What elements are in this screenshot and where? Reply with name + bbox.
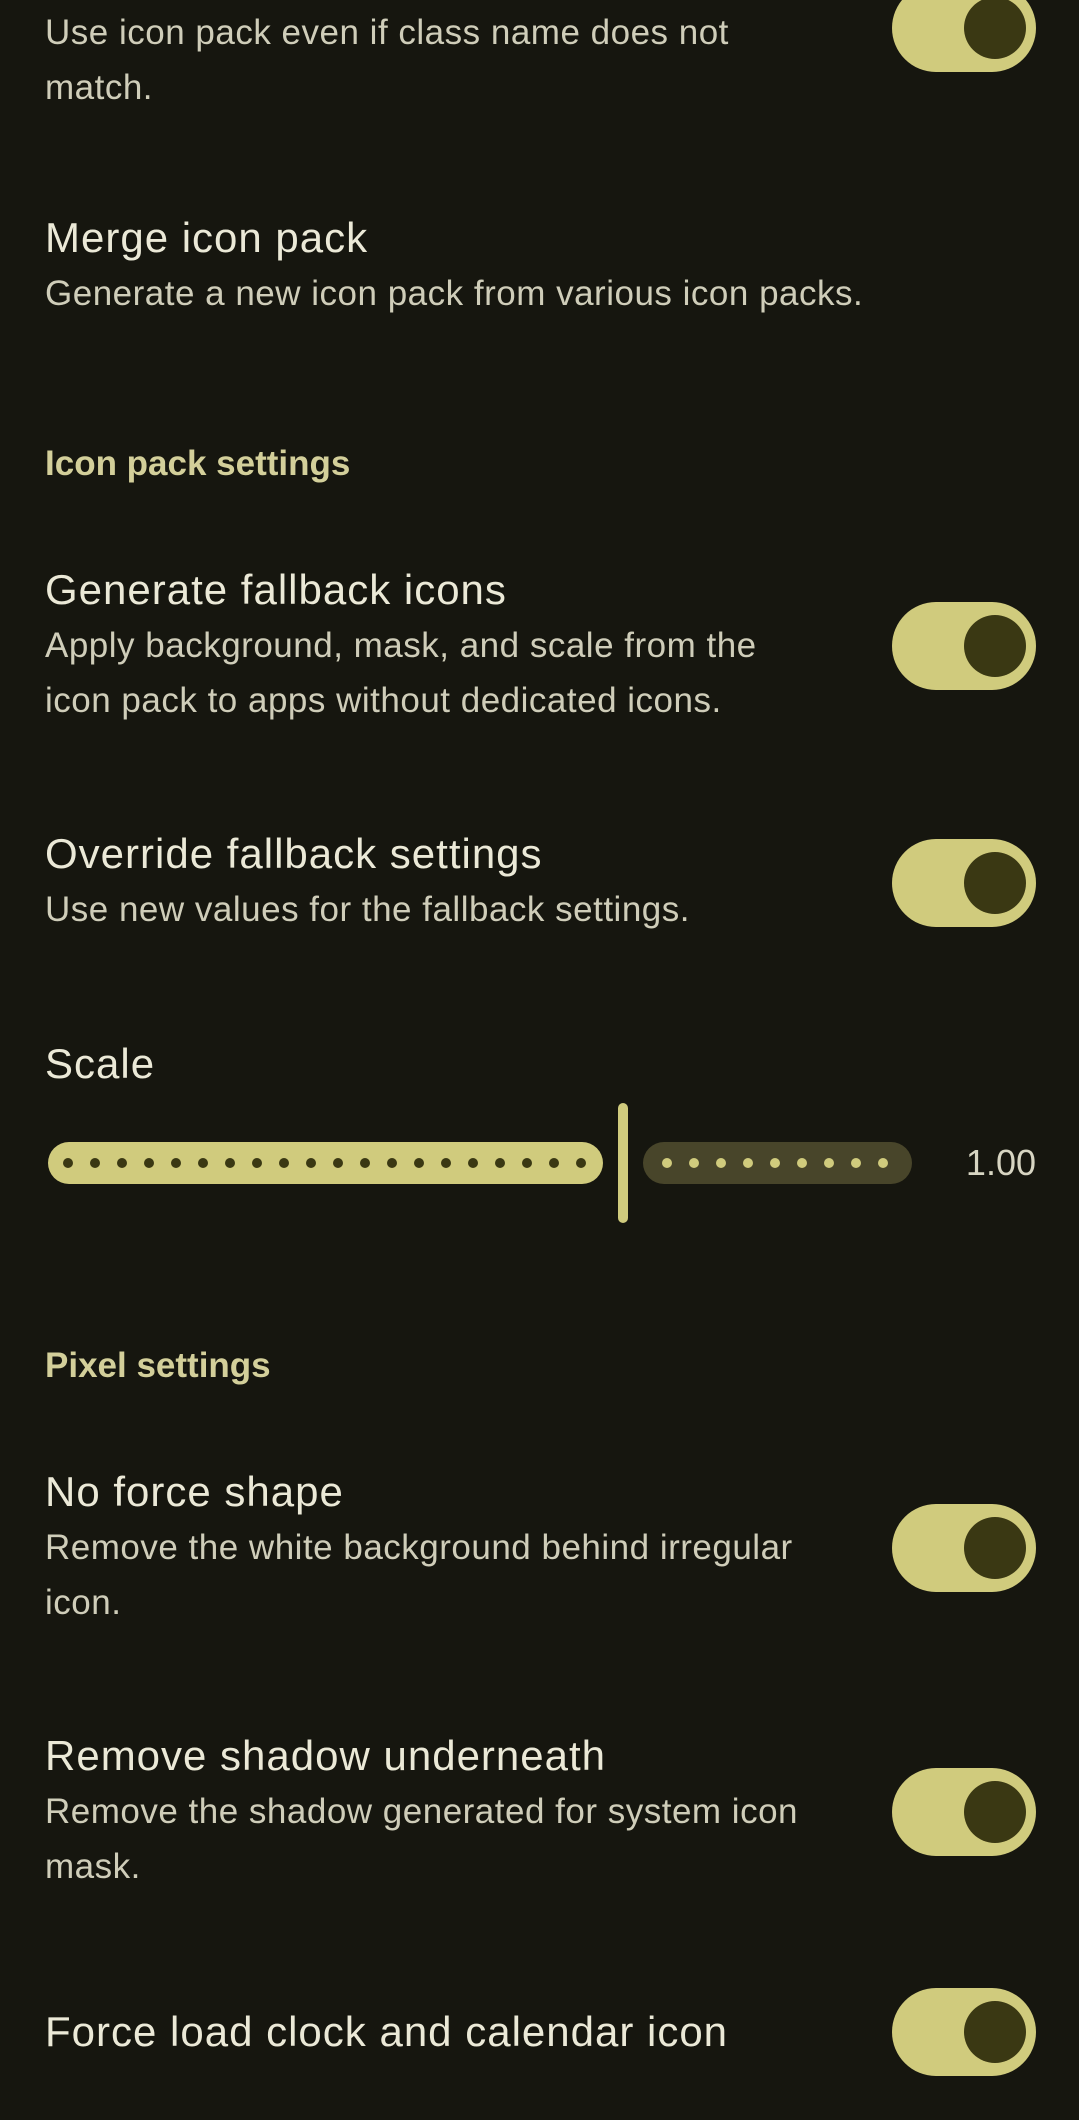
slider-tick-dot <box>878 1158 888 1168</box>
slider-tick-dot <box>198 1158 208 1168</box>
scale-value: 1.00 <box>965 1142 1036 1183</box>
slider-tick-dot <box>824 1158 834 1168</box>
slider-tick-dot <box>117 1158 127 1168</box>
slider-tick-dot <box>549 1158 559 1168</box>
remove-shadow-switch[interactable] <box>892 1768 1036 1856</box>
pref-no-force-shape[interactable]: No force shape Remove the white backgrou… <box>45 1464 825 1630</box>
slider-tick-dot <box>689 1158 699 1168</box>
slider-tick-dot <box>225 1158 235 1168</box>
switch-thumb <box>964 852 1026 914</box>
pref-summary: Generate a new icon pack from various ic… <box>45 274 864 313</box>
slider-tick-dot <box>144 1158 154 1168</box>
scale-slider-track <box>48 1103 912 1223</box>
slider-tick-dot <box>851 1158 861 1168</box>
slider-tick-dot <box>90 1158 100 1168</box>
slider-tick-dot <box>333 1158 343 1168</box>
pref-override-fallback-settings[interactable]: Override fallback settings Use new value… <box>45 826 825 937</box>
force-clock-calendar-switch[interactable] <box>892 1988 1036 2076</box>
slider-tick-dot <box>522 1158 532 1168</box>
slider-tick-dot <box>360 1158 370 1168</box>
pref-force-load-clock-calendar[interactable]: Force load clock and calendar icon <box>45 2004 825 2060</box>
slider-tick-dot <box>662 1158 672 1168</box>
slider-tick-dot <box>495 1158 505 1168</box>
pref-icon-pack-strict[interactable]: Use icon pack even if class name does no… <box>45 5 825 115</box>
slider-tick-dot <box>63 1158 73 1168</box>
switch-thumb <box>964 1517 1026 1579</box>
pref-title: Generate fallback icons <box>45 566 507 613</box>
generate-fallback-switch[interactable] <box>892 602 1036 690</box>
slider-tick-dot <box>414 1158 424 1168</box>
pref-scale: Scale <box>45 1036 825 1092</box>
slider-active-track <box>48 1142 603 1184</box>
slider-tick-dot <box>743 1158 753 1168</box>
slider-tick-dot <box>797 1158 807 1168</box>
pref-summary: Use new values for the fallback settings… <box>45 890 690 929</box>
pref-title: Force load clock and calendar icon <box>45 2008 729 2055</box>
pref-title: Scale <box>45 1040 156 1087</box>
slider-thumb <box>618 1103 628 1223</box>
slider-tick-dot <box>252 1158 262 1168</box>
slider-tick-dot <box>279 1158 289 1168</box>
slider-tick-dot <box>387 1158 397 1168</box>
pref-summary: Use icon pack even if class name does no… <box>45 13 729 107</box>
switch-thumb <box>964 1781 1026 1843</box>
pref-summary: Remove the white background behind irreg… <box>45 1528 793 1622</box>
pref-title: Remove shadow underneath <box>45 1732 607 1779</box>
slider-tick-dot <box>306 1158 316 1168</box>
scale-slider[interactable] <box>48 1100 912 1226</box>
pref-title: No force shape <box>45 1468 344 1515</box>
no-force-shape-switch[interactable] <box>892 1504 1036 1592</box>
section-header-icon-pack-settings: Icon pack settings <box>45 444 351 483</box>
pref-summary: Apply background, mask, and scale from t… <box>45 626 757 720</box>
section-header-pixel-settings: Pixel settings <box>45 1346 271 1385</box>
icon-pack-strict-switch[interactable] <box>892 0 1036 72</box>
slider-tick-dot <box>468 1158 478 1168</box>
pref-generate-fallback-icons[interactable]: Generate fallback icons Apply background… <box>45 562 825 728</box>
slider-tick-dot <box>171 1158 181 1168</box>
pref-remove-shadow-underneath[interactable]: Remove shadow underneath Remove the shad… <box>45 1728 825 1894</box>
slider-tick-dot <box>716 1158 726 1168</box>
slider-tick-dot <box>770 1158 780 1168</box>
override-fallback-switch[interactable] <box>892 839 1036 927</box>
slider-tick-dot <box>441 1158 451 1168</box>
pref-title: Merge icon pack <box>45 214 369 261</box>
pref-merge-icon-pack[interactable]: Merge icon pack Generate a new icon pack… <box>45 210 1005 321</box>
slider-tick-dot <box>576 1158 586 1168</box>
switch-thumb <box>964 2001 1026 2063</box>
switch-thumb <box>964 615 1026 677</box>
pref-title: Override fallback settings <box>45 830 543 877</box>
switch-thumb <box>964 0 1026 59</box>
pref-summary: Remove the shadow generated for system i… <box>45 1792 798 1886</box>
